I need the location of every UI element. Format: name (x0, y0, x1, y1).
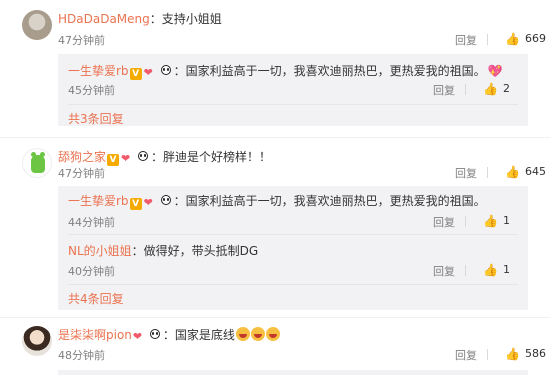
thumbs-up-icon[interactable]: 👍 (483, 214, 498, 228)
comment-text: ：国家是底线 (162, 328, 235, 342)
sub-reply-line: 一生挚爱rb V ❤ ：国家利益高于一切，我喜欢迪丽热巴，更热爱我的祖国。 💖 (68, 62, 503, 80)
sub-replies-box: 一生挚爱rb V ❤ ：国家利益高于一切，我喜欢迪丽热巴，更热爱我的祖国。 💖 45分钟… (58, 54, 528, 126)
comment-actions: 回复 👍 645 (455, 165, 550, 181)
sub-replies-box: 一生挚爱rb V ❤ ：国家利益高于一切，我喜欢迪丽热巴，更热爱我的祖国。 44分钟前… (58, 186, 528, 310)
sub-reply-actions: 回复 👍 1 (433, 214, 528, 230)
sub-reply-username[interactable]: 一生挚爱rb (68, 194, 129, 208)
like-count: 586 (525, 347, 546, 360)
comment-actions: 回复 👍 669 (455, 32, 550, 48)
avatar[interactable] (22, 10, 52, 40)
comment-time: 48分钟前 (58, 349, 105, 362)
sub-reply-text: ：国家利益高于一切，我喜欢迪丽热巴，更热爱我的祖国。 (173, 194, 486, 208)
comment-text: ：胖迪是个好榜样！！ (151, 150, 272, 164)
sub-reply-time: 45分钟前 (68, 84, 115, 97)
fan-badge-icon: ❤ (132, 330, 143, 343)
comment-item: 是柒柒啊pion❤ ：国家是底线 48分钟前 回复 👍 586 (0, 318, 550, 375)
frog-avatar-icon (31, 152, 45, 173)
reply-button[interactable]: 回复 (433, 82, 455, 98)
panda-icon (159, 64, 173, 76)
fan-badge-icon: ❤ (143, 196, 153, 209)
v-badge-icon: V (107, 154, 120, 166)
reply-button[interactable]: 回复 (433, 263, 455, 279)
thumbs-up-icon[interactable]: 👍 (483, 263, 498, 277)
emoji-face-icon (235, 327, 250, 341)
action-divider (465, 216, 466, 227)
action-divider (487, 167, 488, 178)
sub-reply-actions: 回复 👍 1 (433, 263, 528, 279)
v-badge-icon: V (129, 198, 142, 210)
thumbs-up-icon[interactable]: 👍 (505, 165, 520, 179)
thumbs-up-icon[interactable]: 👍 (505, 32, 520, 46)
comment-line: 舔狗之家 V ❤ ：胖迪是个好榜样！！ (58, 148, 271, 166)
like-count: 1 (503, 214, 510, 227)
sub-reply-line: NL的小姐姐：做得好，带头抵制DG (68, 242, 258, 259)
action-divider (487, 349, 488, 360)
comment-line: 是柒柒啊pion❤ ：国家是底线 (58, 326, 280, 343)
sub-reply-time: 44分钟前 (68, 216, 115, 229)
sub-reply-username[interactable]: NL的小姐姐 (68, 244, 132, 258)
fan-badge-icon: ❤ (143, 66, 153, 79)
thumbs-up-icon[interactable]: 👍 (483, 82, 498, 96)
v-badge-icon: V (129, 68, 142, 80)
heart-icon: 💖 (487, 64, 503, 78)
sub-reply-text: ：做得好，带头抵制DG (131, 244, 259, 258)
view-all-replies-link[interactable]: 共3条回复 (68, 110, 124, 127)
reply-button[interactable]: 回复 (455, 347, 477, 363)
panda-icon (136, 150, 150, 162)
action-divider (465, 84, 466, 95)
view-all-replies-link[interactable]: 共4条回复 (68, 290, 124, 307)
sub-replies-box (58, 370, 528, 375)
sub-reply-username[interactable]: 一生挚爱rb (68, 64, 129, 78)
comment-username[interactable]: HDaDaDaMeng (58, 12, 150, 26)
sub-reply-line: 一生挚爱rb V ❤ ：国家利益高于一切，我喜欢迪丽热巴，更热爱我的祖国。 (68, 192, 486, 210)
comment-username[interactable]: 是柒柒啊pion (58, 328, 132, 342)
comment-item: 舔狗之家 V ❤ ：胖迪是个好榜样！！ 47分钟前 回复 👍 645 一生挚爱rb V ❤… (0, 138, 550, 316)
divider (68, 104, 518, 105)
fan-badge-icon: ❤ (121, 152, 131, 165)
sub-reply-actions: 回复 👍 2 (433, 82, 528, 98)
sub-reply-time: 40分钟前 (68, 265, 115, 278)
comment-username[interactable]: 舔狗之家 (58, 150, 106, 164)
sub-reply-text: ：国家利益高于一切，我喜欢迪丽热巴，更热爱我的祖国。 (173, 64, 486, 78)
comment-text: ：支持小姐姐 (149, 12, 222, 26)
panda-icon (159, 194, 173, 206)
like-count: 2 (503, 82, 510, 95)
reply-button[interactable]: 回复 (455, 32, 477, 48)
divider (68, 284, 518, 285)
avatar[interactable] (22, 148, 52, 178)
thumbs-up-icon[interactable]: 👍 (505, 347, 520, 361)
panda-icon (148, 328, 162, 340)
comment-line: HDaDaDaMeng：支持小姐姐 (58, 10, 222, 27)
like-count: 669 (525, 32, 546, 45)
like-count: 645 (525, 165, 546, 178)
action-divider (465, 265, 466, 276)
comment-actions: 回复 👍 586 (455, 347, 550, 363)
divider (68, 234, 518, 235)
emoji-face-icon (265, 327, 280, 341)
comment-item: HDaDaDaMeng：支持小姐姐 47分钟前 回复 👍 669 一生挚爱rb V… (0, 0, 550, 133)
comment-time: 47分钟前 (58, 34, 105, 47)
reply-button[interactable]: 回复 (433, 214, 455, 230)
action-divider (487, 34, 488, 45)
avatar[interactable] (22, 326, 52, 356)
comment-time: 47分钟前 (58, 167, 105, 180)
reply-button[interactable]: 回复 (455, 165, 477, 181)
emoji-face-icon (250, 327, 265, 341)
like-count: 1 (503, 263, 510, 276)
